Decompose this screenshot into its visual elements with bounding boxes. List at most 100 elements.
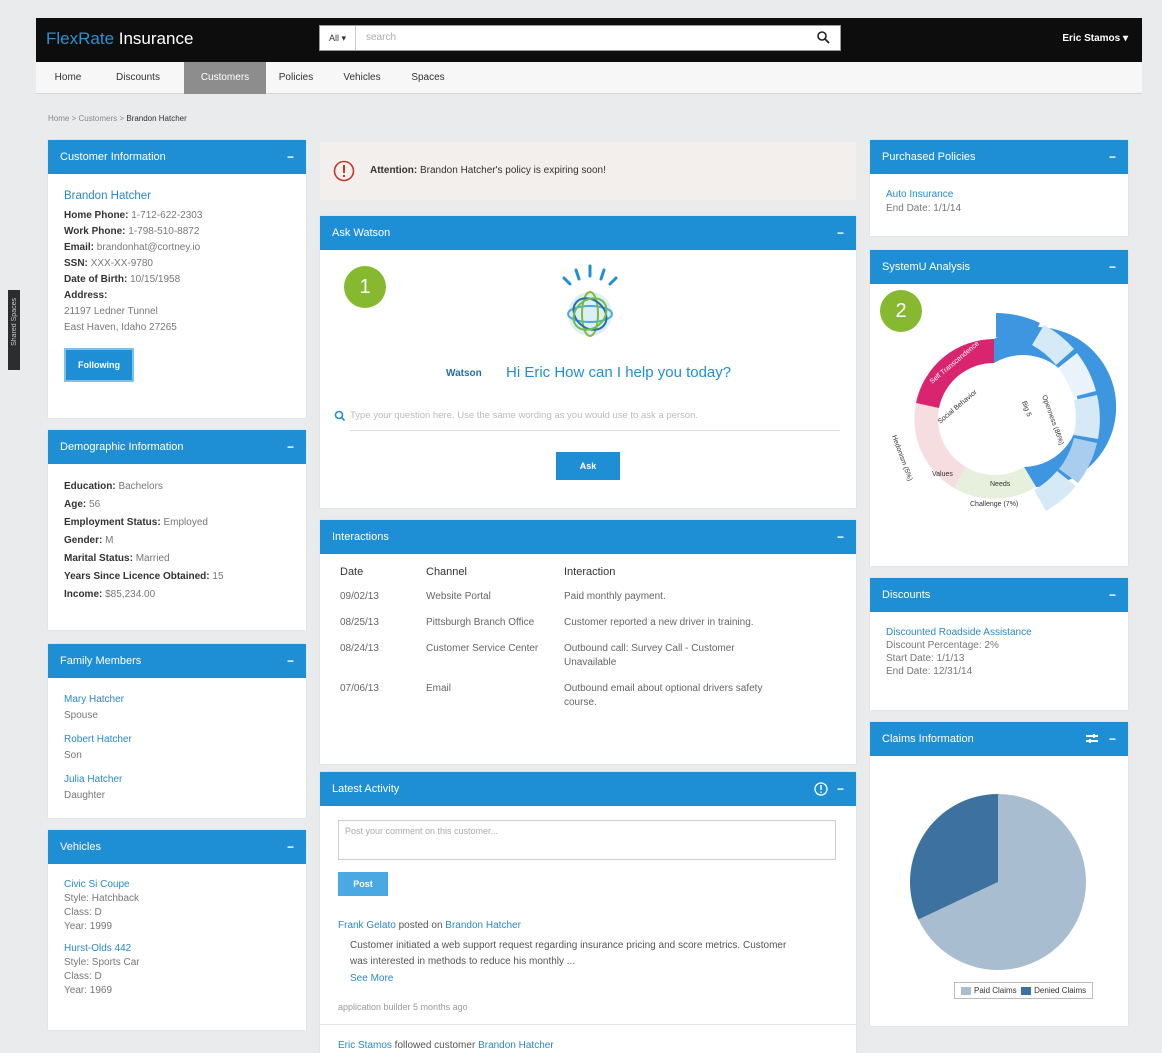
discount-name[interactable]: Discounted Roadside Assistance	[886, 626, 1112, 639]
cell-date: 09/02/13	[340, 591, 379, 602]
chart-legend: Paid Claims Denied Claims	[954, 982, 1094, 999]
breadcrumb-home[interactable]: Home	[48, 114, 69, 123]
info-icon[interactable]	[814, 782, 828, 796]
table-row[interactable]: 08/24/13 Customer Service Center Outbound …	[340, 642, 764, 682]
family-member-relation: Spouse	[64, 710, 98, 721]
collapse-icon[interactable]: −	[287, 430, 294, 464]
cell-channel: Email	[426, 683, 452, 694]
step-badge-1: 1	[344, 266, 386, 308]
interactions-panel: Interactions − Date Channel Interaction 0…	[320, 520, 856, 764]
activity-verb: posted on	[395, 920, 446, 931]
panel-header: Customer Information −	[48, 140, 306, 174]
shared-spaces-tab[interactable]: Shared Spaces	[8, 290, 20, 370]
panel-header: Family Members −	[48, 644, 306, 678]
main-nav: Home Discounts Customers Policies Vehicl…	[36, 62, 1142, 94]
tab-policies[interactable]: Policies	[266, 62, 326, 94]
family-member: Mary Hatcher Spouse	[64, 692, 290, 724]
age-label: Age:	[64, 499, 87, 510]
customer-name[interactable]: Brandon Hatcher	[64, 188, 290, 204]
cell-date: 08/25/13	[340, 617, 379, 628]
email-label: Email:	[64, 242, 95, 253]
cell-channel: Website Portal	[426, 591, 491, 602]
activity-target[interactable]: Brandon Hatcher	[445, 920, 521, 931]
panel-title: Ask Watson	[332, 227, 391, 239]
see-more-link[interactable]: See More	[350, 973, 393, 984]
vehicles-panel: Vehicles − Civic Si Coupe Style: Hatchbac…	[48, 830, 306, 1030]
breadcrumb-separator: >	[119, 114, 125, 123]
table-row[interactable]: 09/02/13 Website Portal Paid monthly payme…	[340, 590, 764, 616]
activity-author[interactable]: Frank Gelato	[338, 920, 396, 931]
breadcrumb: Home > Customers > Brandon Hatcher	[48, 114, 187, 123]
settings-toggle-icon[interactable]	[1086, 734, 1098, 744]
search-input[interactable]: search	[366, 32, 396, 43]
collapse-icon[interactable]: −	[287, 644, 294, 678]
input-underline	[350, 430, 840, 431]
panel-title: Purchased Policies	[882, 151, 976, 163]
activity-author[interactable]: Eric Stamos	[338, 1040, 392, 1051]
family-member: Julia Hatcher Daughter	[64, 772, 290, 804]
collapse-icon[interactable]: −	[1109, 578, 1116, 612]
collapse-icon[interactable]: −	[287, 140, 294, 174]
tab-customers[interactable]: Customers	[184, 62, 266, 94]
tab-vehicles[interactable]: Vehicles	[326, 62, 398, 94]
panel-title: Discounts	[882, 589, 931, 601]
vehicle-year: Year: 1969	[64, 985, 113, 996]
watson-question-input[interactable]: Type your question here. Use the same wo…	[350, 410, 840, 421]
family-member-name[interactable]: Mary Hatcher	[64, 692, 290, 708]
vehicle-name[interactable]: Hurst-Olds 442	[64, 942, 290, 956]
activity-target[interactable]: Brandon Hatcher	[478, 1040, 554, 1051]
cell-date: 07/06/13	[340, 683, 379, 694]
activity-entry-header: Eric Stamos followed customer Brandon Ha…	[338, 1040, 554, 1051]
tab-spaces[interactable]: Spaces	[398, 62, 458, 94]
customer-info-panel: Customer Information − Brandon Hatcher Ho…	[48, 140, 306, 418]
vehicle-class: Class: D	[64, 971, 102, 982]
table-row[interactable]: 07/06/13 Email Outbound email about option…	[340, 682, 764, 722]
family-member-relation: Daughter	[64, 790, 106, 801]
collapse-icon[interactable]: −	[837, 216, 844, 250]
panel-title: Family Members	[60, 655, 142, 667]
demographic-panel: Demographic Information − Education: Bach…	[48, 430, 306, 630]
license-years: 15	[212, 571, 224, 582]
table-row[interactable]: 08/25/13 Pittsburgh Branch Office Customer…	[340, 616, 764, 642]
panel-title: Demographic Information	[60, 441, 184, 453]
policy-name[interactable]: Auto Insurance	[886, 188, 1112, 202]
collapse-icon[interactable]: −	[1109, 722, 1116, 756]
collapse-icon[interactable]: −	[837, 772, 844, 806]
collapse-icon[interactable]: −	[1109, 140, 1116, 174]
search-icon[interactable]	[816, 30, 830, 44]
family-member-name[interactable]: Julia Hatcher	[64, 772, 290, 788]
cell-interaction: Outbound call: Survey Call - Customer Un…	[564, 643, 735, 668]
sunburst-label: Values	[932, 471, 953, 478]
breadcrumb-customers[interactable]: Customers	[78, 114, 117, 123]
vehicle-item: Civic Si Coupe Style: Hatchback Class: D…	[64, 878, 290, 934]
latest-activity-panel: Latest Activity − Post your comment on t…	[320, 772, 856, 1053]
home-phone: 1-712-622-2303	[131, 210, 203, 221]
breadcrumb-separator: >	[71, 114, 77, 123]
vehicle-name[interactable]: Civic Si Coupe	[64, 878, 290, 892]
collapse-icon[interactable]: −	[837, 520, 844, 554]
address-line-1: 21197 Ledner Tunnel	[64, 306, 158, 317]
family-member-name[interactable]: Robert Hatcher	[64, 732, 290, 748]
ask-button[interactable]: Ask	[556, 452, 620, 480]
income-label: Income:	[64, 589, 103, 600]
column-header-date: Date	[340, 566, 364, 578]
post-button[interactable]: Post	[338, 872, 388, 896]
systemu-analysis-panel: SystemU Analysis − 2 Social Behavior Valu…	[870, 250, 1128, 566]
dob: 10/15/1958	[130, 274, 181, 285]
user-menu[interactable]: Eric Stamos ▾	[1062, 33, 1128, 44]
panel-header: Purchased Policies −	[870, 140, 1128, 174]
tab-home[interactable]: Home	[44, 62, 92, 94]
search-scope-select[interactable]: All ▾	[320, 26, 356, 50]
family-member-relation: Son	[64, 750, 82, 761]
brand-logo[interactable]: FlexRate Insurance	[46, 29, 193, 49]
comment-input[interactable]: Post your comment on this customer...	[338, 820, 836, 860]
watson-logo-icon	[562, 264, 618, 337]
attention-alert: Attention: Brandon Hatcher's policy is e…	[320, 142, 856, 200]
collapse-icon[interactable]: −	[1109, 250, 1116, 284]
employment: Employed	[163, 517, 208, 528]
following-button[interactable]: Following	[64, 348, 134, 382]
collapse-icon[interactable]: −	[287, 830, 294, 864]
tab-discounts[interactable]: Discounts	[92, 62, 184, 94]
sunburst-segment	[1074, 395, 1100, 439]
panel-title: Customer Information	[60, 151, 166, 163]
